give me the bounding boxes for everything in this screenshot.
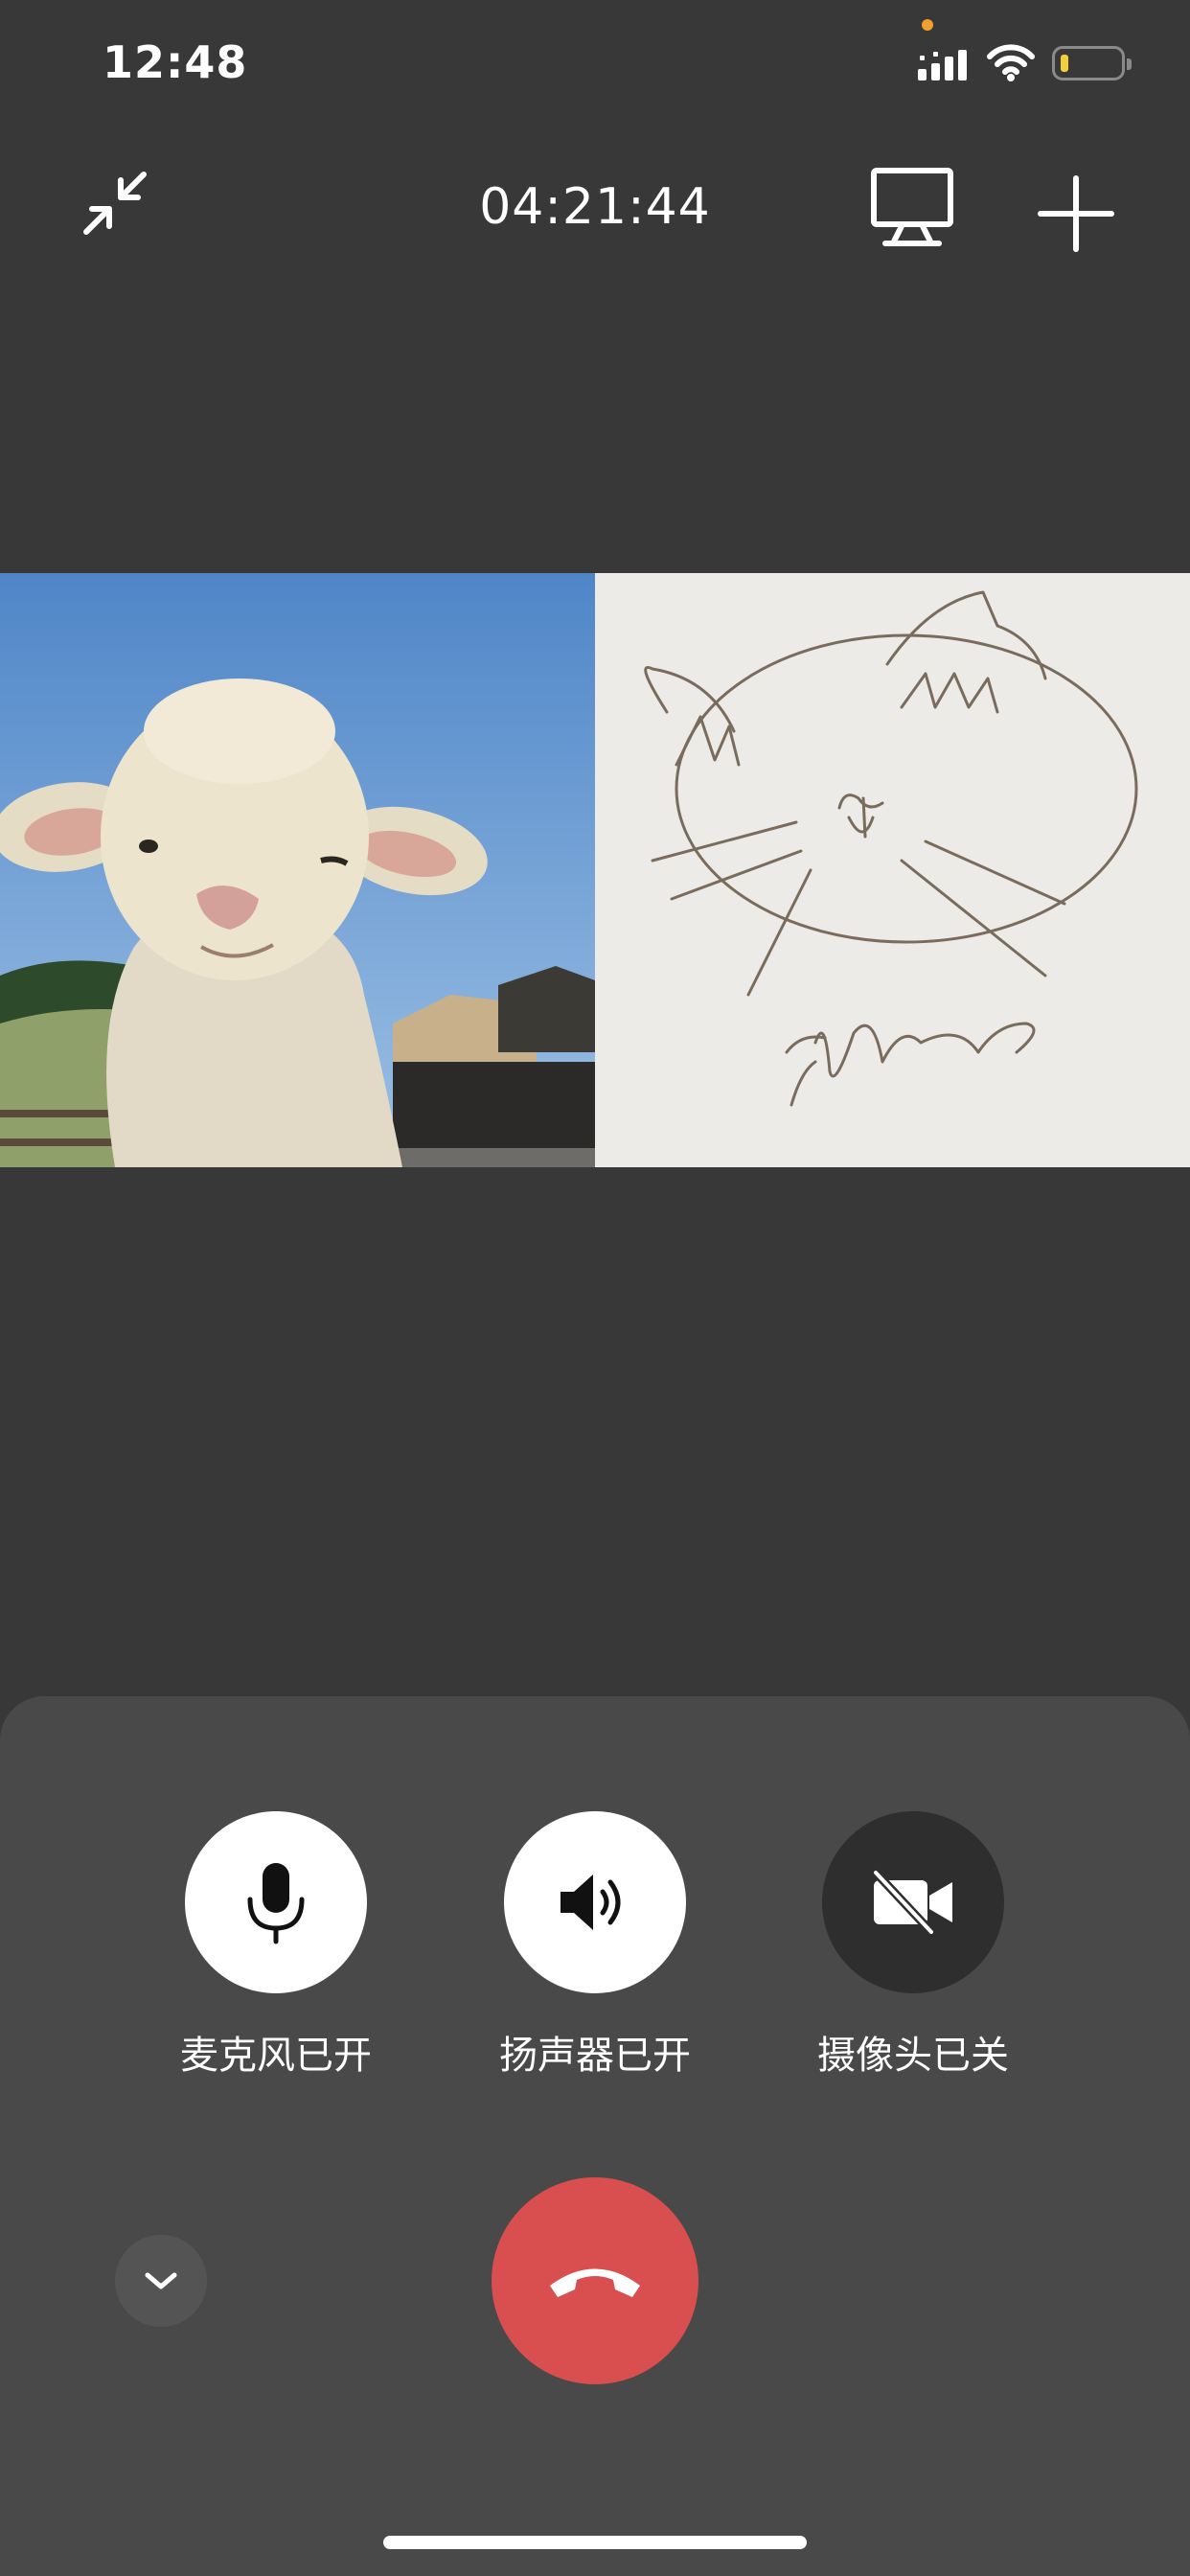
recording-dot-icon bbox=[922, 19, 933, 31]
remote-video-lamb[interactable] bbox=[0, 573, 595, 1167]
hang-up-phone-icon bbox=[550, 2268, 640, 2297]
speaker-icon bbox=[561, 1874, 621, 1930]
wifi-icon bbox=[987, 44, 1035, 81]
status-time: 12:48 bbox=[103, 36, 248, 88]
speaker-label: 扬声器已开 bbox=[499, 2034, 691, 2078]
cat-sketch bbox=[595, 573, 1190, 1167]
mic-toggle-button[interactable] bbox=[185, 1811, 367, 1993]
call-duration: 04:21:44 bbox=[479, 178, 711, 236]
camera-label: 摄像头已关 bbox=[817, 2034, 1009, 2078]
add-participant-button[interactable] bbox=[1031, 169, 1121, 259]
lamb-photo bbox=[0, 573, 595, 1167]
hang-up-button[interactable] bbox=[492, 2177, 698, 2384]
mic-label: 麦克风已开 bbox=[180, 2034, 372, 2078]
plus-icon bbox=[1038, 175, 1114, 252]
collapse-button[interactable] bbox=[115, 2235, 207, 2327]
chevron-down-icon bbox=[145, 2272, 177, 2289]
microphone-icon bbox=[247, 1863, 305, 1944]
camera-off-icon bbox=[871, 1869, 952, 1936]
speaker-toggle-button[interactable] bbox=[504, 1811, 686, 1993]
home-indicator[interactable] bbox=[383, 2536, 807, 2549]
screen-share-icon bbox=[871, 168, 953, 246]
battery-icon bbox=[1052, 46, 1132, 80]
screen-share-button[interactable] bbox=[866, 161, 958, 253]
camera-toggle-button[interactable] bbox=[822, 1811, 1004, 1993]
signal-icon bbox=[918, 50, 967, 80]
remote-video-drawing[interactable] bbox=[595, 573, 1190, 1167]
